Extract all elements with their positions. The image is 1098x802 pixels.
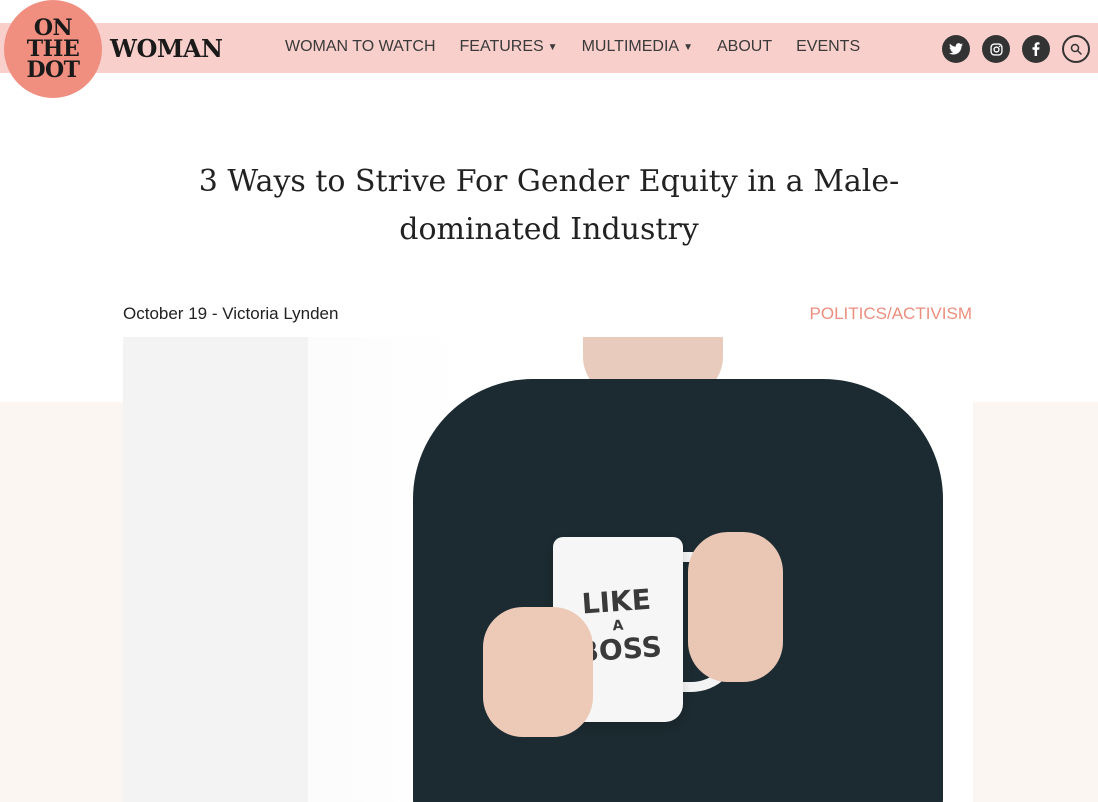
search-icon[interactable] xyxy=(1062,35,1090,63)
mug-text-line-1: LIKE xyxy=(580,582,652,621)
nav-item-label: MULTIMEDIA xyxy=(581,38,680,55)
article-category-link[interactable]: POLITICS/ACTIVISM xyxy=(810,304,972,324)
nav-item-events[interactable]: EVENTS xyxy=(796,38,860,56)
nav-item-about[interactable]: ABOUT xyxy=(717,38,772,56)
social-links xyxy=(942,35,1090,63)
window-light xyxy=(123,337,308,802)
nav-item-label: EVENTS xyxy=(796,38,861,55)
nav-item-label: FEATURES xyxy=(459,38,544,55)
twitter-icon[interactable] xyxy=(942,35,970,63)
site-logo[interactable]: ON THE DOT xyxy=(4,0,102,98)
hero-image: LIKE A BOSS xyxy=(123,337,973,802)
main-nav: WOMAN TO WATCH FEATURES ▼ MULTIMEDIA ▼ A… xyxy=(285,38,884,56)
instagram-icon[interactable] xyxy=(982,35,1010,63)
logo-line-3: DOT xyxy=(26,56,80,83)
facebook-icon[interactable] xyxy=(1022,35,1050,63)
nav-item-woman-to-watch[interactable]: WOMAN TO WATCH xyxy=(285,38,436,56)
hand-left xyxy=(483,607,593,737)
brand-name[interactable]: WOMAN xyxy=(110,34,223,63)
nav-item-features[interactable]: FEATURES ▼ xyxy=(460,38,558,56)
hand-right xyxy=(688,532,783,682)
nav-item-multimedia[interactable]: MULTIMEDIA ▼ xyxy=(582,38,693,56)
article-title: 3 Ways to Strive For Gender Equity in a … xyxy=(198,164,900,248)
nav-item-label: WOMAN TO WATCH xyxy=(285,38,436,55)
nav-item-label: ABOUT xyxy=(716,38,773,55)
chevron-down-icon: ▼ xyxy=(547,41,558,53)
article-meta: October 19 - Victoria Lynden xyxy=(123,304,339,323)
chevron-down-icon: ▼ xyxy=(683,41,693,53)
